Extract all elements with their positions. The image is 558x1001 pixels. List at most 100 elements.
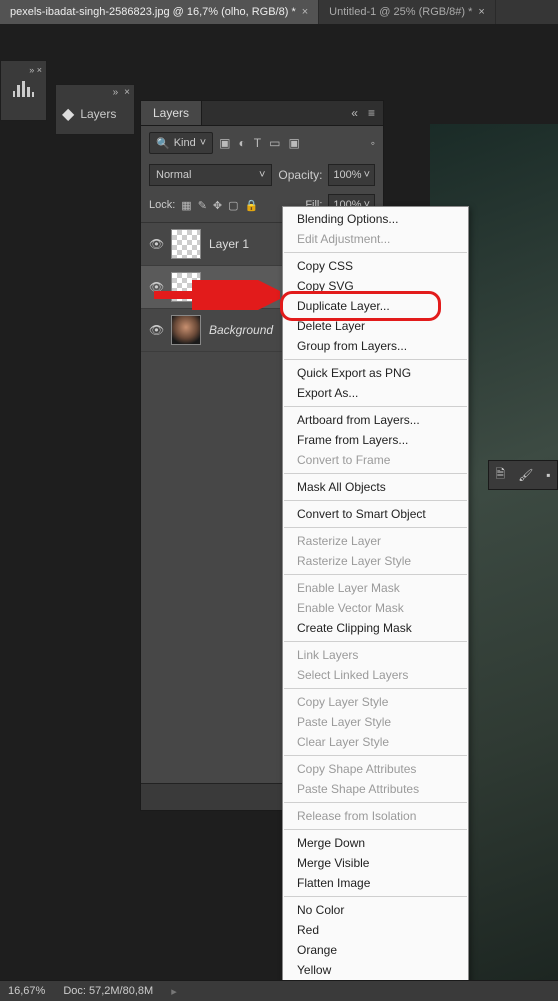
layer-name[interactable]: Background [209, 323, 273, 337]
note-icon[interactable]: 🗎 [495, 465, 505, 486]
lock-position-icon[interactable]: ✥ [213, 199, 222, 212]
menu-item: Rasterize Layer [283, 531, 468, 551]
swatch-icon[interactable]: ▪ [546, 468, 550, 482]
lock-image-icon[interactable]: ✎ [198, 199, 207, 212]
blend-mode-value: Normal [156, 169, 191, 181]
menu-item: Clear Layer Style [283, 732, 468, 752]
lock-all-icon[interactable]: 🔒 [245, 199, 259, 212]
shape-filter-icon[interactable]: ▭ [269, 136, 280, 150]
menu-item[interactable]: Create Clipping Mask [283, 618, 468, 638]
menu-item[interactable]: Quick Export as PNG [283, 363, 468, 383]
layers-tab[interactable]: Layers [141, 101, 202, 125]
menu-item[interactable]: Export As... [283, 383, 468, 403]
adjustment-filter-icon[interactable]: ◐ [239, 136, 246, 150]
menu-separator [284, 252, 467, 253]
zoom-level[interactable]: 16,67% [8, 985, 45, 997]
menu-item: Release from Isolation [283, 806, 468, 826]
menu-separator [284, 500, 467, 501]
collapse-icon[interactable]: » [113, 87, 119, 98]
lock-artboard-icon[interactable]: ▢ [228, 199, 238, 212]
kind-filter-select[interactable]: 🔍 Kind ˅ [149, 132, 213, 154]
chevron-down-icon: ˅ [200, 137, 206, 149]
chevron-down-icon: ˅ [259, 169, 265, 181]
menu-item[interactable]: Red [283, 920, 468, 940]
collapse-icon[interactable]: « [351, 106, 358, 120]
brush-icon[interactable]: 🖌 [518, 468, 533, 482]
document-tab-active[interactable]: pexels-ibadat-singh-2586823.jpg @ 16,7% … [0, 0, 319, 24]
menu-separator [284, 473, 467, 474]
opacity-value: 100% [333, 169, 361, 181]
menu-separator [284, 688, 467, 689]
opacity-input[interactable]: 100% ˅ [328, 164, 375, 186]
lock-label: Lock: [149, 199, 175, 211]
menu-item: Copy Layer Style [283, 692, 468, 712]
opacity-label: Opacity: [278, 168, 322, 182]
layers-tab-label: Layers [153, 106, 189, 120]
histogram-dock[interactable]: » × [0, 60, 47, 121]
menu-item: Paste Layer Style [283, 712, 468, 732]
blend-opacity-row: Normal ˅ Opacity: 100% ˅ [141, 160, 383, 190]
document-tabs: pexels-ibadat-singh-2586823.jpg @ 16,7% … [0, 0, 558, 25]
layer-thumbnail[interactable] [171, 315, 201, 345]
menu-item[interactable]: Duplicate Layer... [283, 296, 468, 316]
menu-item[interactable]: No Color [283, 900, 468, 920]
menu-separator [284, 829, 467, 830]
menu-icon[interactable]: ≡ [368, 106, 375, 120]
search-icon: 🔍 [156, 137, 170, 150]
menu-separator [284, 527, 467, 528]
smartobject-filter-icon[interactable]: ▣ [288, 136, 299, 150]
pixel-layer-filter-icon[interactable]: ▣ [219, 136, 230, 150]
lock-transparent-icon[interactable]: ▦ [181, 199, 191, 212]
menu-item[interactable]: Artboard from Layers... [283, 410, 468, 430]
menu-item[interactable]: Yellow [283, 960, 468, 980]
filter-toggle-icon[interactable]: ◦ [371, 136, 375, 150]
menu-item[interactable]: Merge Down [283, 833, 468, 853]
layer-name[interactable]: olho [209, 280, 232, 294]
document-tab-label: Untitled-1 @ 25% (RGB/8#) * [329, 6, 472, 18]
menu-item[interactable]: Frame from Layers... [283, 430, 468, 450]
blend-mode-select[interactable]: Normal ˅ [149, 164, 272, 186]
menu-item: Paste Shape Attributes [283, 779, 468, 799]
menu-item[interactable]: Convert to Smart Object [283, 504, 468, 524]
menu-item[interactable]: Blending Options... [283, 209, 468, 229]
menu-item[interactable]: Mask All Objects [283, 477, 468, 497]
menu-separator [284, 755, 467, 756]
menu-item[interactable]: Flatten Image [283, 873, 468, 893]
type-filter-icon[interactable]: T [254, 136, 261, 150]
menu-item: Convert to Frame [283, 450, 468, 470]
close-icon[interactable]: × [302, 6, 308, 18]
layers-filter-row: 🔍 Kind ˅ ▣ ◐ T ▭ ▣ ◦ [141, 126, 383, 160]
close-icon[interactable]: × [478, 6, 484, 18]
menu-item[interactable]: Merge Visible [283, 853, 468, 873]
menu-item[interactable]: Delete Layer [283, 316, 468, 336]
visibility-eye-icon[interactable]: 👁 [149, 237, 163, 251]
close-icon[interactable]: × [124, 87, 130, 98]
menu-separator [284, 359, 467, 360]
document-tab-inactive[interactable]: Untitled-1 @ 25% (RGB/8#) * × [319, 0, 496, 24]
menu-item[interactable]: Copy CSS [283, 256, 468, 276]
layers-icon: ◆ [62, 104, 74, 124]
menu-separator [284, 406, 467, 407]
document-tab-label: pexels-ibadat-singh-2586823.jpg @ 16,7% … [10, 6, 296, 18]
menu-separator [284, 641, 467, 642]
layer-context-menu: Blending Options...Edit Adjustment...Cop… [282, 206, 469, 1001]
menu-item[interactable]: Group from Layers... [283, 336, 468, 356]
menu-item[interactable]: Copy SVG [283, 276, 468, 296]
collapse-icon[interactable]: » × [29, 65, 42, 75]
right-tool-dock[interactable]: 🗎 🖌 ▪ [488, 460, 558, 490]
status-chevron-icon[interactable]: ▸ [171, 985, 177, 998]
menu-item[interactable]: Orange [283, 940, 468, 960]
menu-separator [284, 896, 467, 897]
layers-collapsed-panel[interactable]: »× ◆ Layers [55, 84, 135, 135]
layer-thumbnail[interactable] [171, 229, 201, 259]
kind-filter-label: Kind [174, 137, 196, 149]
layer-name[interactable]: Layer 1 [209, 237, 249, 251]
menu-separator [284, 574, 467, 575]
layer-thumbnail[interactable] [171, 272, 201, 302]
visibility-eye-icon[interactable]: 👁 [149, 280, 163, 294]
menu-item: Copy Shape Attributes [283, 759, 468, 779]
visibility-eye-icon[interactable]: 👁 [149, 323, 163, 337]
menu-item: Enable Vector Mask [283, 598, 468, 618]
layers-panel-header: Layers « ≡ [141, 101, 383, 126]
menu-item: Link Layers [283, 645, 468, 665]
